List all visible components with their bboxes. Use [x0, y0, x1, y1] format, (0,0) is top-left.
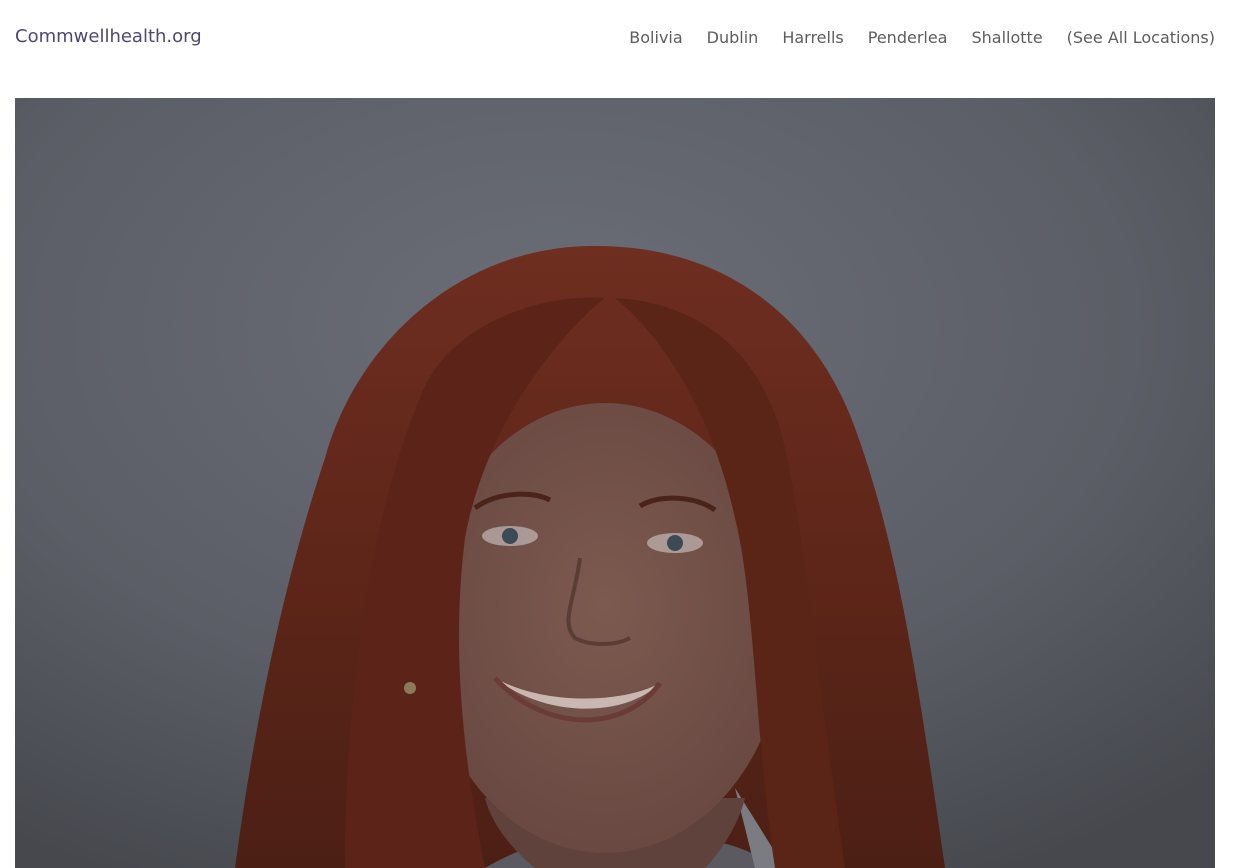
provider-photo [15, 98, 1215, 868]
nav-link-dublin[interactable]: Dublin [707, 28, 759, 47]
nav-link-bolivia[interactable]: Bolivia [629, 28, 682, 47]
location-nav: Bolivia Dublin Harrells Penderlea Shallo… [629, 28, 1215, 47]
nav-link-penderlea[interactable]: Penderlea [868, 28, 948, 47]
nav-link-see-all-locations[interactable]: (See All Locations) [1067, 28, 1215, 47]
nav-link-shallotte[interactable]: Shallotte [971, 28, 1042, 47]
site-header: Commwellhealth.org Bolivia Dublin Harrel… [0, 0, 1247, 76]
site-logo-link[interactable]: Commwellhealth.org [15, 26, 202, 47]
nav-link-harrells[interactable]: Harrells [782, 28, 843, 47]
portrait-image [15, 98, 1215, 868]
